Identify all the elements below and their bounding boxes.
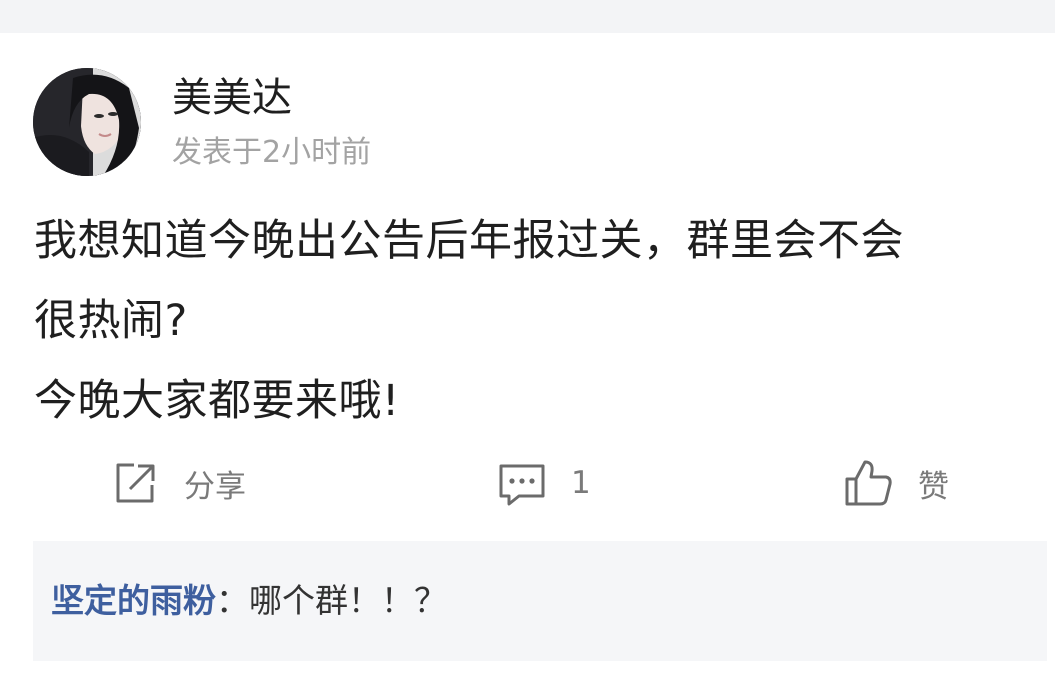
like-label: 赞 bbox=[918, 468, 949, 505]
post-timestamp: 发表于2小时前 bbox=[172, 135, 372, 170]
top-strip bbox=[0, 0, 1055, 33]
like-button[interactable]: 赞 bbox=[842, 455, 949, 511]
post-content: 我想知道今晚出公告后年报过关，群里会不会 很热闹? 今晚大家都要来哦! bbox=[34, 201, 1044, 441]
post-text-line: 今晚大家都要来哦! bbox=[34, 376, 400, 426]
comment-section: 坚定的雨粉：哪个群！！？ bbox=[33, 541, 1047, 661]
share-label: 分享 bbox=[184, 468, 246, 505]
post-text-line: 我想知道今晚出公告后年报过关，群里会不会 bbox=[34, 216, 904, 266]
avatar-photo bbox=[33, 68, 141, 176]
share-icon bbox=[110, 459, 158, 507]
avatar[interactable] bbox=[33, 68, 141, 176]
comment-icon bbox=[495, 459, 549, 507]
comment-text: ：哪个群！！？ bbox=[216, 581, 447, 620]
thumbs-up-icon bbox=[842, 457, 894, 509]
comment-item[interactable]: 坚定的雨粉：哪个群！！？ bbox=[51, 578, 447, 624]
commenter-name[interactable]: 坚定的雨粉 bbox=[51, 581, 216, 620]
post-text-line: 很热闹? bbox=[34, 296, 188, 346]
comment-button[interactable]: 1 bbox=[495, 455, 591, 511]
comment-count: 1 bbox=[571, 465, 591, 501]
share-button[interactable]: 分享 bbox=[110, 455, 246, 511]
author-name[interactable]: 美美达 bbox=[172, 74, 292, 122]
